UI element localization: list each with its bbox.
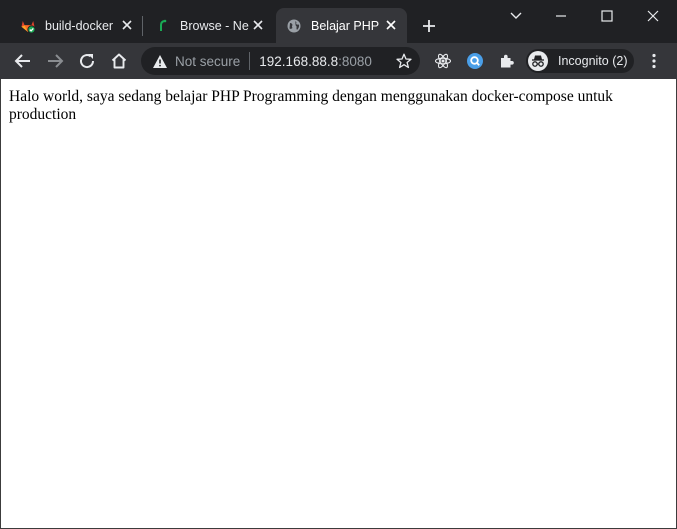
profile-label: Incognito (2): [558, 54, 628, 68]
browser-toolbar: Not secure 192.168.88.8:8080 Incognito …: [0, 43, 677, 79]
maximize-icon[interactable]: [597, 6, 617, 26]
home-icon[interactable]: [107, 49, 131, 73]
gitlab-fox-icon: [20, 18, 36, 34]
reload-icon[interactable]: [75, 49, 99, 73]
minimize-icon[interactable]: [551, 6, 571, 26]
kebab-menu-icon[interactable]: [642, 49, 666, 73]
tab-belajar-php[interactable]: Belajar PHP: [276, 8, 407, 43]
search-extension-icon[interactable]: [463, 49, 487, 73]
warning-triangle-icon[interactable]: [152, 53, 168, 69]
incognito-avatar-icon: [528, 51, 548, 71]
omnibox-divider: [249, 52, 251, 70]
tab-build-docker[interactable]: build-docker: [12, 8, 143, 43]
tab-title: Browse - Ne: [180, 18, 249, 33]
close-tab-icon[interactable]: [250, 17, 266, 33]
address-bar[interactable]: Not secure 192.168.88.8:8080: [141, 47, 420, 75]
react-devtools-icon[interactable]: [431, 49, 455, 73]
extensions-puzzle-icon[interactable]: [495, 49, 519, 73]
tab-title: build-docker: [45, 18, 114, 33]
incognito-profile-button[interactable]: Incognito (2): [526, 49, 634, 73]
security-status-label[interactable]: Not secure: [175, 54, 240, 69]
nexus-icon: [155, 18, 171, 34]
page-body-text: Halo world, saya sedang belajar PHP Prog…: [9, 88, 613, 123]
title-bar: build-docker Browse - Ne Belajar PHP: [0, 0, 677, 43]
back-arrow-icon[interactable]: [11, 49, 35, 73]
close-tab-icon[interactable]: [383, 17, 399, 33]
tab-search-chevron-icon[interactable]: [506, 6, 526, 26]
globe-icon: [286, 18, 302, 34]
bookmark-star-icon[interactable]: [396, 53, 412, 69]
url-port[interactable]: :8080: [338, 54, 372, 69]
close-window-icon[interactable]: [643, 6, 663, 26]
page-viewport: Halo world, saya sedang belajar PHP Prog…: [0, 79, 677, 529]
new-tab-icon[interactable]: [419, 16, 439, 36]
tab-browse-nexus[interactable]: Browse - Ne: [143, 8, 274, 43]
forward-arrow-icon[interactable]: [43, 49, 67, 73]
tab-title: Belajar PHP: [311, 18, 380, 33]
url-host[interactable]: 192.168.88.8: [259, 54, 338, 69]
close-tab-icon[interactable]: [119, 17, 135, 33]
